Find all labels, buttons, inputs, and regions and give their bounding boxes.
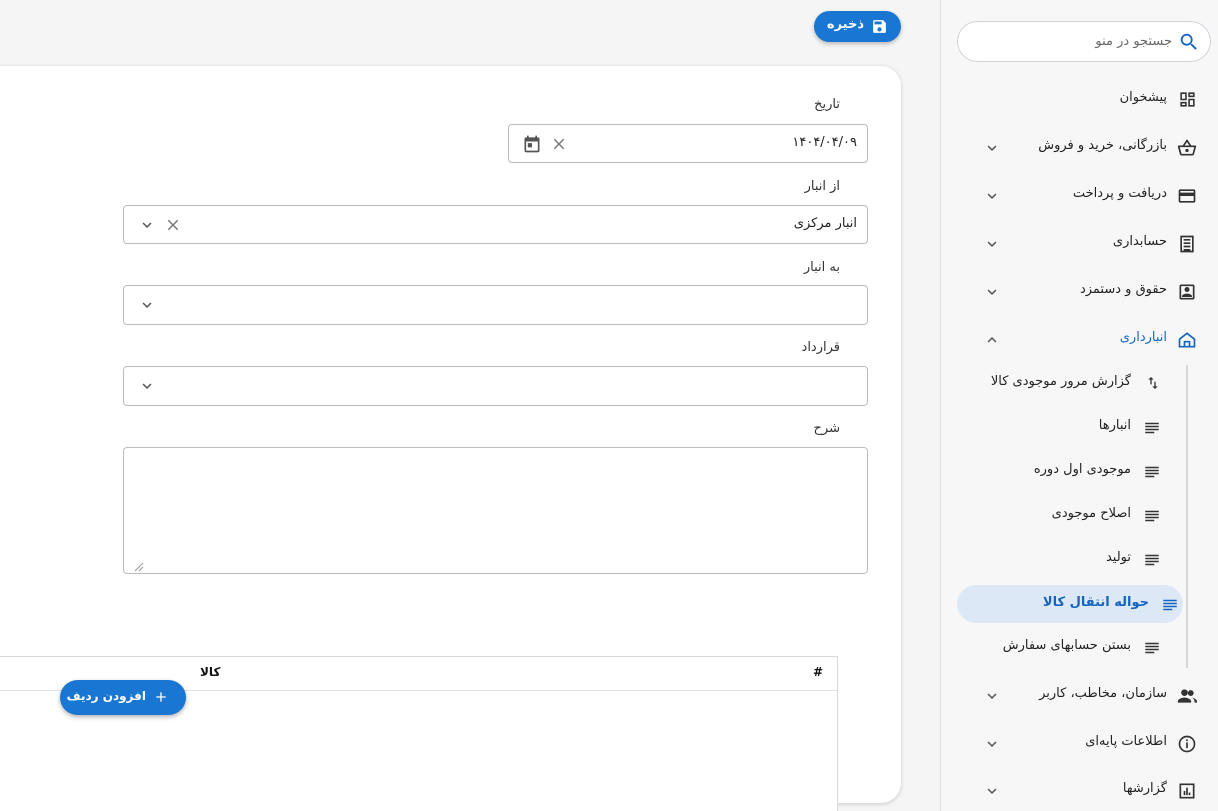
list-icon [1143, 639, 1161, 657]
sidebar-item-label: بازرگانی، خرید و فروش [1038, 138, 1167, 153]
sidebar-item-reports[interactable]: گزارشها [941, 769, 1218, 811]
chevron-down-icon [983, 187, 1001, 205]
sidebar-item-payments[interactable]: دریافت و پرداخت [941, 174, 1218, 218]
sidebar-subitem-stock-adjustment[interactable]: اصلاح موجودی [941, 496, 1181, 534]
plus-icon [153, 689, 169, 705]
list-icon [1143, 463, 1161, 481]
swap-vert-icon [1145, 375, 1161, 391]
submenu-divider [1186, 365, 1188, 668]
sidebar-item-organization[interactable]: سازمان، مخاطب، کاربر [941, 674, 1218, 718]
info-icon [1177, 734, 1197, 754]
sidebar-item-label: پیشخوان [1119, 90, 1167, 105]
sidebar-item-payroll[interactable]: حقوق و دستمزد [941, 270, 1218, 314]
sidebar-item-label: دریافت و پرداخت [1072, 186, 1167, 201]
sidebar-subitem-label: اصلاح موجودی [1051, 506, 1131, 521]
to-warehouse-select[interactable] [123, 285, 868, 325]
column-header-index: # [813, 665, 824, 679]
chevron-up-icon [983, 331, 1001, 349]
sidebar-item-warehousing[interactable]: انبارداری [941, 318, 1218, 362]
sidebar: پیشخوان بازرگانی، خرید و فروش دریافت و پ… [940, 0, 1218, 811]
chevron-down-icon [983, 782, 1001, 800]
resize-handle-icon[interactable] [134, 562, 144, 572]
contact-card-icon [1177, 282, 1197, 302]
search-icon[interactable] [1178, 31, 1200, 53]
sidebar-subitem-label: حواله انتقال کالا [1042, 595, 1149, 610]
save-button[interactable]: ذخیره [814, 11, 901, 42]
report-chart-icon [1177, 781, 1197, 801]
sidebar-item-label: حقوق و دستمزد [1079, 282, 1167, 297]
sidebar-subitem-production[interactable]: تولید [941, 540, 1181, 578]
chevron-down-icon [983, 687, 1001, 705]
search-input[interactable] [982, 22, 1172, 61]
description-textarea[interactable] [123, 447, 868, 574]
sidebar-subitem-transfer-order[interactable]: حواله انتقال کالا [957, 585, 1183, 623]
basket-icon [1177, 138, 1197, 158]
to-warehouse-label: به انبار [803, 260, 840, 275]
chevron-down-icon [983, 283, 1001, 301]
sidebar-item-commerce[interactable]: بازرگانی، خرید و فروش [941, 126, 1218, 170]
menu-search[interactable] [957, 21, 1211, 62]
sidebar-subitem-label: گزارش مرور موجودی کالا [990, 374, 1131, 389]
column-header-item: کالا [200, 665, 221, 679]
sidebar-subitem-label: تولید [1105, 550, 1131, 565]
description-label: شرح [813, 421, 840, 436]
contract-label: قرارداد [801, 340, 840, 355]
date-value: ۱۴۰۴/۰۴/۰۹ [792, 135, 857, 150]
date-label: تاریخ [814, 97, 840, 112]
warehouse-icon [1177, 330, 1197, 350]
sidebar-item-label: گزارشها [1122, 781, 1167, 796]
chevron-down-icon[interactable] [138, 296, 156, 314]
sidebar-subitem-stock-report[interactable]: گزارش مرور موجودی کالا [941, 364, 1181, 402]
credit-card-icon [1177, 186, 1197, 206]
people-icon [1177, 686, 1197, 706]
sidebar-item-label: سازمان، مخاطب، کاربر [1039, 686, 1167, 701]
sidebar-item-accounting[interactable]: حسابداری [941, 222, 1218, 266]
list-icon [1143, 507, 1161, 525]
save-icon [871, 18, 888, 35]
chevron-down-icon [983, 735, 1001, 753]
sidebar-subitem-label: انبارها [1098, 418, 1131, 433]
sidebar-subitem-close-order-accounts[interactable]: بستن حسابهای سفارش [941, 628, 1181, 666]
list-icon [1143, 419, 1161, 437]
chevron-down-icon [983, 235, 1001, 253]
sidebar-subitem-label: بستن حسابهای سفارش [1002, 638, 1131, 653]
save-label: ذخیره [826, 17, 864, 32]
from-warehouse-value: انبار مرکزی [793, 216, 857, 231]
sidebar-item-basic-info[interactable]: اطلاعات پایه‌ای [941, 722, 1218, 766]
chevron-down-icon[interactable] [138, 377, 156, 395]
sidebar-item-label: حسابداری [1112, 234, 1167, 249]
add-row-label: افزودن ردیف [66, 689, 146, 703]
calendar-icon[interactable] [522, 134, 542, 154]
sidebar-item-dashboard[interactable]: پیشخوان [941, 78, 1218, 122]
list-icon [1143, 551, 1161, 569]
clear-date-icon[interactable] [550, 135, 568, 153]
clear-from-warehouse-icon[interactable] [164, 216, 182, 234]
add-row-button[interactable]: افزودن ردیف [60, 680, 186, 715]
chevron-down-icon [983, 139, 1001, 157]
sidebar-item-label: اطلاعات پایه‌ای [1085, 734, 1167, 749]
contract-select[interactable] [123, 366, 868, 406]
sidebar-item-label: انبارداری [1119, 330, 1167, 345]
list-icon [1161, 596, 1179, 614]
sidebar-subitem-opening-stock[interactable]: موجودی اول دوره [941, 452, 1181, 490]
sidebar-subitem-warehouses[interactable]: انبارها [941, 408, 1181, 446]
date-field[interactable]: ۱۴۰۴/۰۴/۰۹ [508, 124, 868, 163]
sidebar-subitem-label: موجودی اول دوره [1033, 462, 1131, 477]
from-warehouse-select[interactable]: انبار مرکزی [123, 205, 868, 244]
from-warehouse-label: از انبار [804, 179, 840, 194]
dashboard-icon [1178, 90, 1197, 109]
ledger-icon [1177, 234, 1197, 254]
chevron-down-icon[interactable] [138, 216, 156, 234]
